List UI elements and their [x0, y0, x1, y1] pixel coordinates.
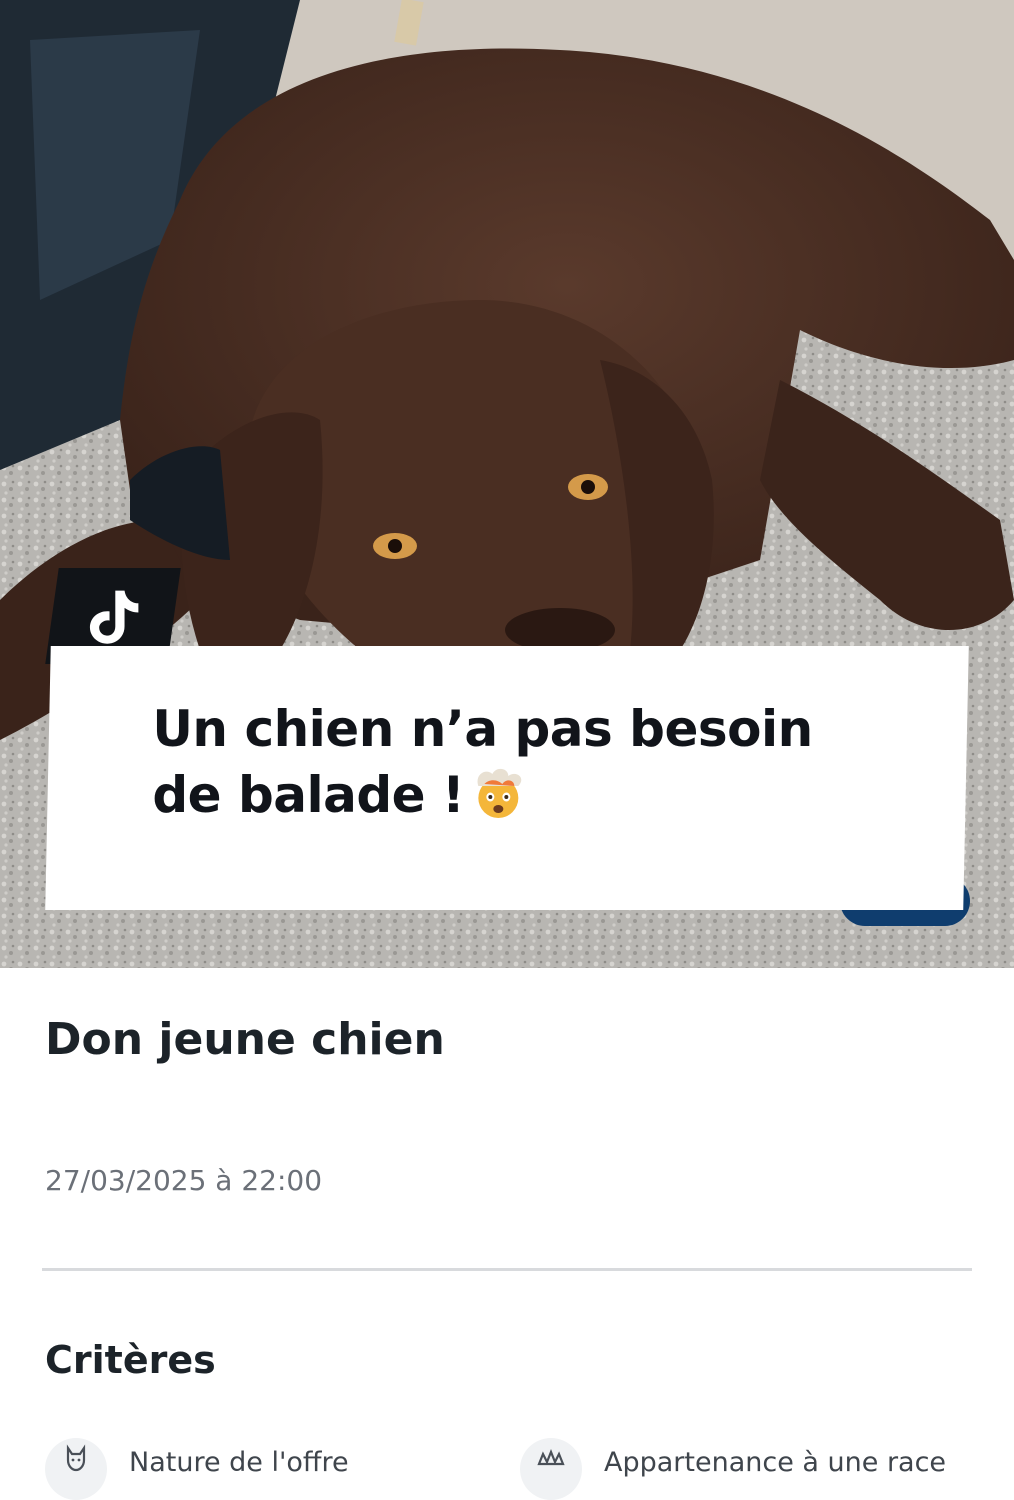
criteria-title: Critères — [45, 1338, 216, 1382]
listing-date: 27/03/2025 à 22:00 — [45, 1164, 323, 1197]
tiktok-note-icon — [89, 590, 139, 644]
caption-line-2: de balade ! — [152, 766, 465, 824]
caption-text: Un chien n’a pas besoin de balade ! — [152, 696, 966, 828]
criteria-item-offer-type: Nature de l'offre — [45, 1438, 349, 1500]
caption-card: Un chien n’a pas besoin de balade ! — [45, 646, 969, 910]
listing-title: Don jeune chien — [45, 1014, 445, 1065]
pedigree-icon — [520, 1438, 582, 1500]
criteria-item-pedigree: Appartenance à une race — [520, 1438, 946, 1500]
exploding-head-icon — [477, 768, 522, 818]
divider — [42, 1268, 972, 1271]
cat-icon — [45, 1438, 107, 1500]
caption-line-1: Un chien n’a pas besoin — [152, 700, 813, 758]
